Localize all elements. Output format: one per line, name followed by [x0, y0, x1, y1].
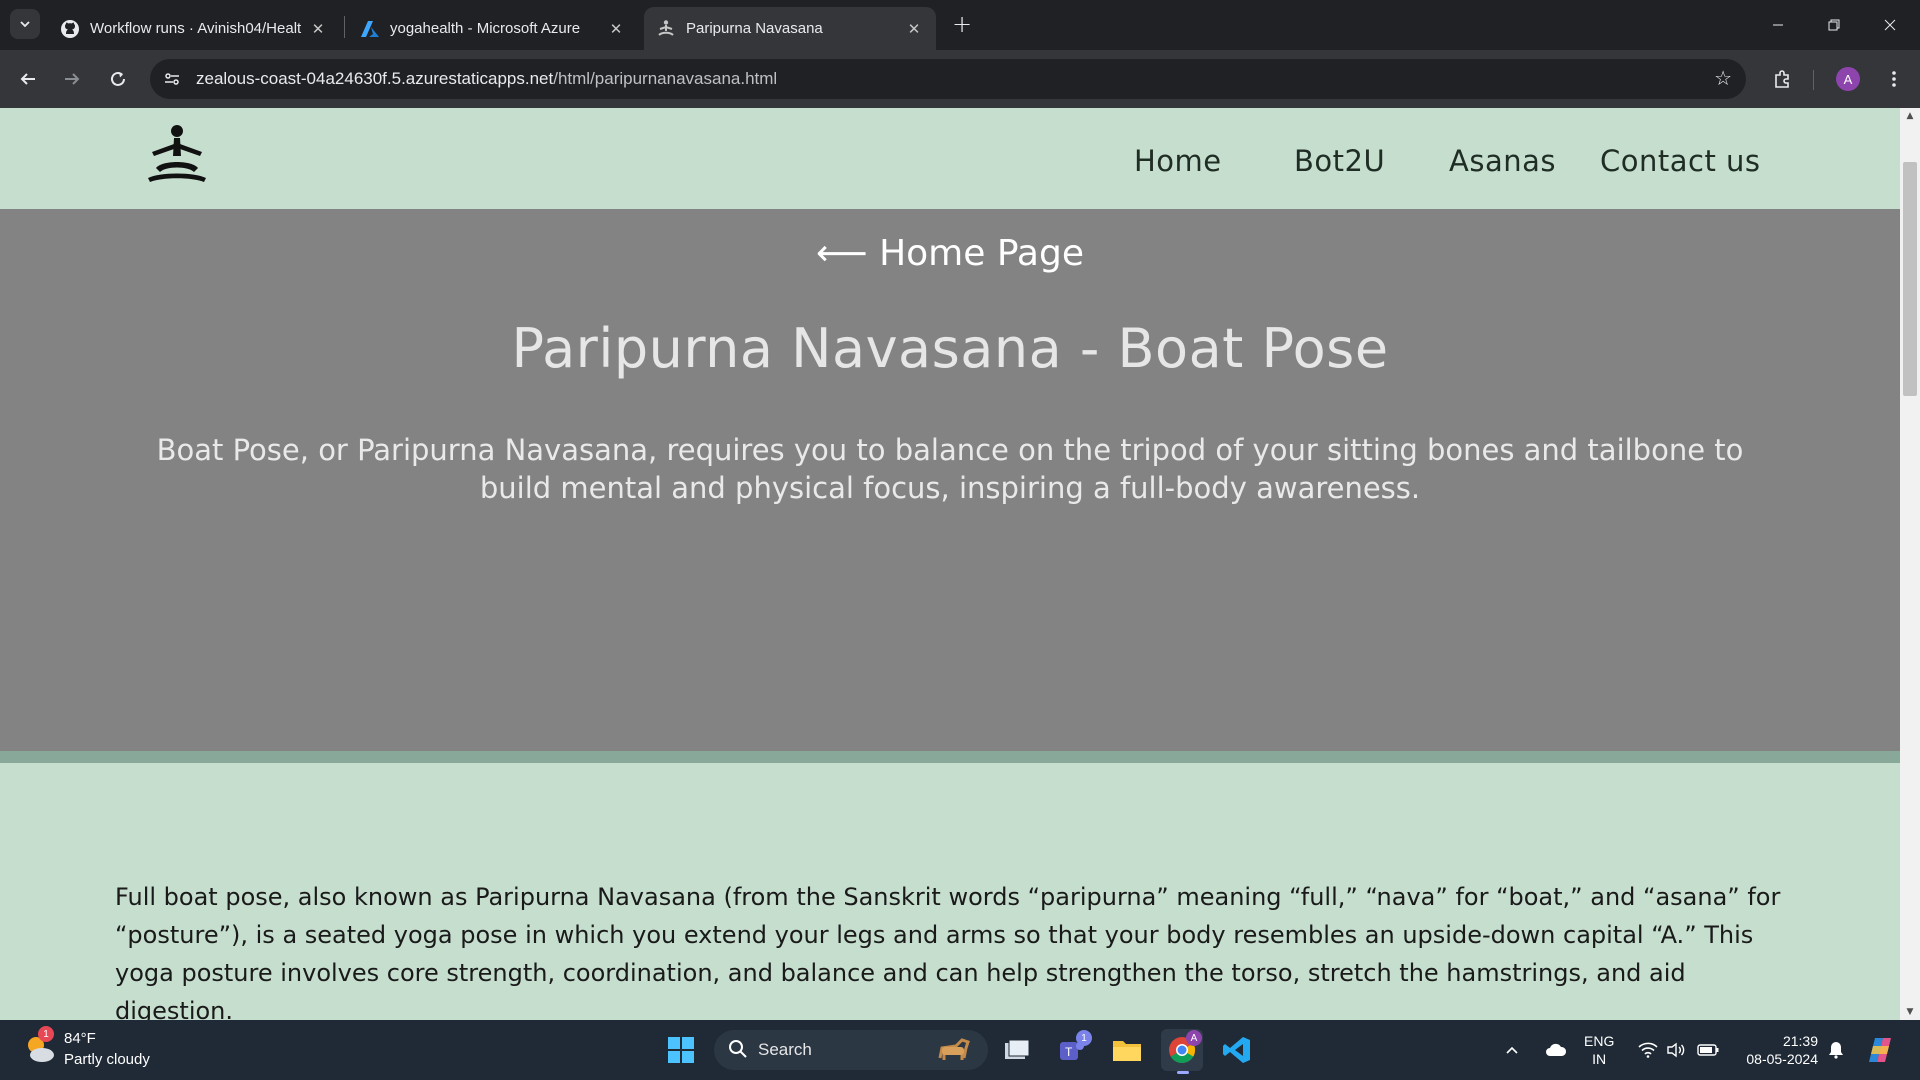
minimize-icon	[1773, 24, 1783, 26]
vscode-button[interactable]	[1216, 1029, 1258, 1071]
battery-button[interactable]	[1694, 1020, 1722, 1080]
copilot-button[interactable]	[1862, 1020, 1898, 1080]
weather-notification-badge: 1	[38, 1026, 54, 1042]
volume-button[interactable]	[1664, 1020, 1688, 1080]
scrollbar-thumb[interactable]	[1903, 162, 1917, 396]
windows-icon	[668, 1037, 694, 1063]
chevron-down-icon	[20, 21, 30, 28]
clock-date: 08-05-2024	[1746, 1051, 1818, 1067]
toolbar-divider	[1813, 70, 1814, 90]
restore-icon	[1828, 19, 1840, 31]
hero-section: ⟵ Home Page Paripurna Navasana - Boat Po…	[0, 209, 1900, 751]
nav-contact[interactable]: Contact us	[1600, 144, 1761, 178]
chevron-up-icon	[1506, 1046, 1518, 1054]
search-label: Search	[758, 1040, 812, 1059]
tab-title: yogahealth - Microsoft Azure	[390, 20, 581, 37]
arrow-right-icon	[65, 73, 80, 85]
wifi-button[interactable]	[1636, 1020, 1660, 1080]
nav-bot2u[interactable]: Bot2U	[1294, 144, 1385, 178]
tab-title: Workflow runs · Avinish04/Healt	[90, 20, 302, 37]
github-icon	[60, 19, 80, 39]
close-icon[interactable]: ✕	[606, 19, 626, 39]
browser-tabstrip: Workflow runs · Avinish04/Healt ✕ yogahe…	[0, 0, 1920, 50]
notifications-button[interactable]	[1824, 1020, 1848, 1080]
bookmark-star-icon[interactable]: ☆	[1714, 66, 1732, 90]
cloud-icon	[1546, 1043, 1567, 1056]
back-button[interactable]	[12, 63, 44, 95]
horse-illustration-icon	[938, 1038, 970, 1060]
wifi-icon	[1638, 1042, 1658, 1058]
bell-icon	[1829, 1042, 1843, 1059]
copilot-icon	[1869, 1038, 1891, 1062]
site-header: Home Bot2U Asanas Contact us	[0, 108, 1900, 209]
tab-paripurna-navasana[interactable]: Paripurna Navasana ✕	[644, 7, 936, 50]
page-scrollbar[interactable]: ▲ ▼	[1900, 108, 1920, 1020]
taskbar-search[interactable]: Search	[714, 1030, 988, 1070]
tab-search-button[interactable]	[10, 9, 40, 39]
close-icon	[1884, 19, 1896, 31]
forward-button[interactable]	[56, 63, 88, 95]
restore-button[interactable]	[1806, 0, 1862, 50]
reload-icon	[111, 71, 125, 86]
page-viewport: Home Bot2U Asanas Contact us ⟵ Home Page…	[0, 108, 1900, 1020]
svg-text:T: T	[1065, 1045, 1073, 1059]
tab-divider	[344, 16, 345, 38]
yoga-icon	[656, 19, 676, 39]
new-tab-button[interactable]: +	[948, 10, 976, 38]
weather-condition[interactable]: Partly cloudy	[64, 1051, 150, 1068]
chrome-profile-badge: A	[1186, 1030, 1202, 1046]
close-window-button[interactable]	[1862, 0, 1918, 50]
minimize-button[interactable]	[1750, 0, 1806, 50]
windows-taskbar: 1 84°F Partly cloudy Search T 1 A ENG IN…	[0, 1020, 1920, 1080]
arrow-left-icon	[20, 73, 35, 85]
profile-avatar[interactable]: A	[1836, 67, 1860, 91]
browser-toolbar: zealous-coast-04a24630f.5.azurestaticapp…	[0, 50, 1920, 108]
task-view-icon	[1005, 1039, 1030, 1059]
teams-badge: 1	[1076, 1030, 1092, 1046]
extensions-button[interactable]	[1766, 63, 1798, 95]
battery-icon	[1697, 1044, 1719, 1056]
yoga-logo-icon[interactable]	[144, 122, 210, 188]
menu-button[interactable]	[1878, 63, 1910, 95]
site-info-icon[interactable]	[158, 65, 186, 93]
close-icon[interactable]: ✕	[904, 19, 924, 39]
tab-azure[interactable]: yogahealth - Microsoft Azure ✕	[348, 7, 638, 50]
nav-asanas[interactable]: Asanas	[1449, 144, 1556, 178]
pose-summary: Boat Pose, or Paripurna Navasana, requir…	[156, 433, 1744, 505]
puzzle-icon	[1775, 70, 1789, 88]
folder-icon	[1113, 1041, 1141, 1061]
onedrive-button[interactable]	[1540, 1020, 1572, 1080]
file-explorer-button[interactable]	[1106, 1029, 1148, 1071]
language-indicator[interactable]: ENG IN	[1584, 1032, 1614, 1068]
scroll-down-icon[interactable]: ▼	[1900, 1004, 1920, 1020]
reload-button[interactable]	[102, 63, 134, 95]
close-icon[interactable]: ✕	[308, 19, 328, 39]
tab-workflow-runs[interactable]: Workflow runs · Avinish04/Healt ✕	[48, 7, 340, 50]
url-path: /html/paripurnanavasana.html	[553, 69, 778, 88]
region-code: IN	[1592, 1051, 1607, 1067]
search-icon	[729, 1040, 747, 1058]
show-hidden-icons-button[interactable]	[1500, 1020, 1524, 1080]
page-title: Paripurna Navasana - Boat Pose	[511, 317, 1389, 380]
azure-icon	[360, 19, 380, 39]
weather-temperature[interactable]: 84°F	[64, 1030, 96, 1047]
active-app-indicator	[1177, 1071, 1189, 1074]
url-host: zealous-coast-04a24630f.5.azurestaticapp…	[196, 69, 554, 88]
home-page-link[interactable]: ⟵ Home Page	[0, 233, 1900, 274]
task-view-button[interactable]	[996, 1029, 1038, 1071]
address-bar[interactable]: zealous-coast-04a24630f.5.azurestaticapp…	[150, 59, 1746, 99]
speaker-icon	[1667, 1042, 1685, 1058]
vscode-icon	[1223, 1037, 1250, 1063]
system-clock[interactable]: 21:39 08-05-2024	[1736, 1032, 1818, 1068]
tab-title: Paripurna Navasana	[686, 20, 823, 37]
section-divider	[0, 751, 1900, 763]
kebab-menu-icon	[1892, 71, 1896, 87]
language-code: ENG	[1584, 1033, 1615, 1049]
start-button[interactable]	[660, 1029, 702, 1071]
clock-time: 21:39	[1782, 1033, 1818, 1049]
pose-description-paragraph: Full boat pose, also known as Paripurna …	[115, 883, 1781, 1020]
scroll-up-icon[interactable]: ▲	[1900, 108, 1920, 124]
url-text: zealous-coast-04a24630f.5.azurestaticapp…	[196, 69, 777, 89]
nav-home[interactable]: Home	[1134, 144, 1222, 178]
